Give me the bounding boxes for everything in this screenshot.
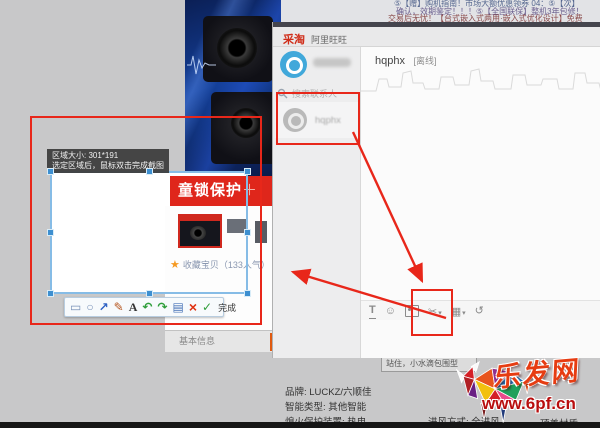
chevron-down-icon: ▾ (438, 310, 442, 317)
selection-handle[interactable] (244, 168, 251, 175)
site-url[interactable]: www.6pf.cn (482, 394, 576, 414)
site-name: 乐发网 (493, 348, 582, 395)
message-history-icon[interactable]: ↺ (475, 303, 484, 319)
self-avatar[interactable] (280, 51, 307, 78)
search-contacts-row[interactable]: 搜索联系人 (277, 85, 357, 101)
basic-info-tab-bar: 基本信息 (165, 330, 281, 352)
contact-name: hqphx (315, 115, 341, 126)
ellipse-tool-button[interactable]: ○ (86, 299, 93, 315)
snip-size-line: 区域大小: 301*191 (52, 151, 164, 161)
chat-body: 搜索联系人 hqphx hqphx [离线] T (273, 47, 600, 358)
emoji-icon[interactable]: ☺ (385, 303, 396, 319)
spec-smart-type: 智能类型: 其他智能 (285, 399, 366, 413)
redo-button[interactable]: ↷ (157, 299, 167, 315)
chat-main-area: hqphx [离线] T ☺ ✂▾ ▦▾ ↺ (361, 47, 600, 358)
burner-graphic (231, 108, 261, 138)
contact-item-hqphx[interactable]: hqphx (275, 102, 359, 138)
gas-stove-image (211, 92, 277, 164)
avatar-graphic (286, 57, 303, 74)
search-label: 搜索联系人 (292, 87, 337, 100)
extra-tools-button[interactable]: ▦▾ (451, 302, 466, 320)
self-name-blurred (313, 58, 351, 67)
chat-header: 采淘 阿里旺旺 (273, 27, 600, 47)
image-icon[interactable] (405, 305, 419, 317)
chevron-down-icon: ▾ (462, 310, 466, 317)
skyline-sketch (361, 65, 600, 95)
tab-basic-info[interactable]: 基本信息 (165, 331, 281, 352)
font-icon[interactable]: T (369, 302, 376, 319)
chat-input-toolbar: T ☺ ✂▾ ▦▾ ↺ (361, 300, 600, 320)
screenshot-tutorial-screen: ⑤【赠】购机指南！市场大额优惠领券 04：⑤【次】 确认，效期鉴定！！！⑤【全国… (0, 0, 600, 428)
brush-tool-button[interactable]: ✎ (114, 299, 124, 315)
brand-logo: 采淘 (283, 31, 305, 47)
selection-handle[interactable] (47, 168, 54, 175)
chat-sidebar: 搜索联系人 hqphx (273, 47, 361, 358)
selection-handle[interactable] (244, 290, 251, 297)
spec-brand: 品牌: LUCKZ/六顺佳 (285, 384, 372, 398)
selection-handle[interactable] (146, 168, 153, 175)
waveform-graphic (187, 52, 217, 78)
product-thumbnail-small[interactable] (255, 221, 267, 243)
burner-graphic (217, 28, 257, 68)
product-banner-image (185, 0, 281, 176)
wangwang-chat-window: 采淘 阿里旺旺 搜索联系人 (272, 22, 600, 358)
snip-toolbar: ▭ ○ ↗ ✎ A ↶ ↷ ▤ × ✓ 完成 (64, 297, 224, 317)
undo-button[interactable]: ↶ (142, 299, 152, 315)
arrow-tool-button[interactable]: ↗ (99, 299, 109, 315)
search-icon (277, 88, 288, 99)
selection-handle[interactable] (47, 229, 54, 236)
scissors-icon: ✂ (428, 306, 437, 318)
save-button[interactable]: ▤ (173, 299, 184, 315)
page-promo-strip: ⑤【赠】购机指南！市场大额优惠领券 04：⑤【次】 确认，效期鉴定！！！⑤【全国… (278, 0, 600, 23)
rectangle-tool-button[interactable]: ▭ (70, 299, 81, 315)
selection-handle[interactable] (47, 290, 54, 297)
brand-name: 阿里旺旺 (311, 33, 347, 46)
selection-handle[interactable] (146, 290, 153, 297)
selection-marquee[interactable] (50, 171, 248, 294)
avatar-graphic (288, 113, 304, 129)
tools-icon: ▦ (451, 306, 461, 318)
text-tool-button[interactable]: A (129, 299, 138, 315)
cancel-button[interactable]: × (189, 299, 197, 315)
selection-handle[interactable] (244, 229, 251, 236)
finish-check-icon[interactable]: ✓ (202, 299, 212, 315)
site-watermark: 乐发网 www.6pf.cn (452, 350, 600, 428)
finish-button-label[interactable]: 完成 (218, 301, 236, 314)
screenshot-tool-button[interactable]: ✂▾ (428, 302, 442, 320)
contact-avatar (283, 108, 307, 132)
